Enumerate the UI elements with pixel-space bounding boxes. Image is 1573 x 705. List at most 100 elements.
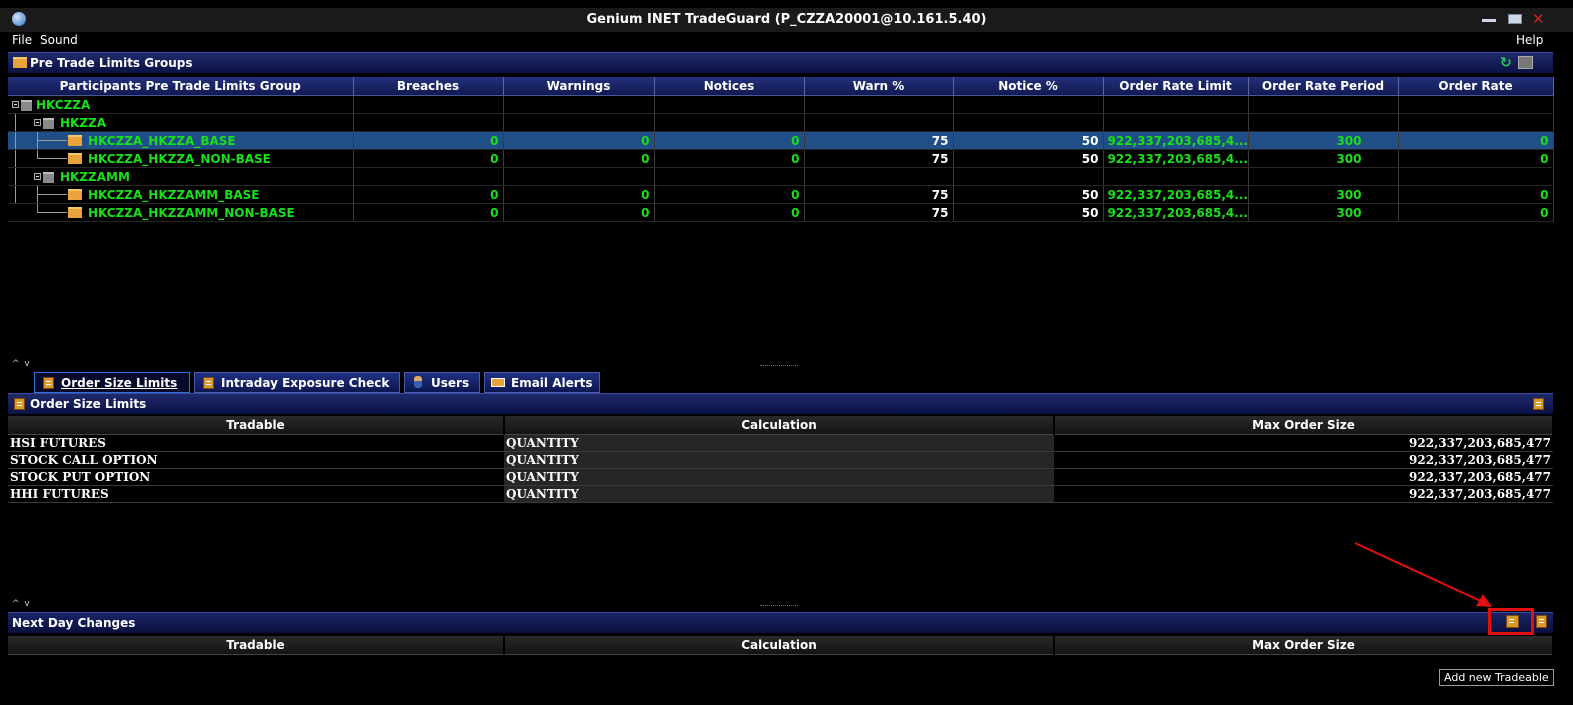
breaches-cell: 0 (353, 203, 504, 222)
tab-intraday-exposure-check[interactable]: Intraday Exposure Check (194, 372, 400, 393)
col-header-tradable[interactable]: Tradable (8, 416, 505, 435)
col-header-breaches[interactable]: Breaches (353, 77, 504, 96)
calculation-cell[interactable]: QUANTITY (504, 468, 1054, 486)
order-size-header-row: Tradable Calculation Max Order Size (8, 416, 1554, 435)
notices-cell: 0 (654, 185, 805, 204)
tab-order-size-limits[interactable]: Order Size Limits (34, 372, 190, 393)
close-icon[interactable]: ✕ (1532, 10, 1545, 28)
tab-email-alerts[interactable]: Email Alerts (484, 372, 600, 393)
order-rate-limit-cell: 922,337,203,685,4... (1103, 203, 1249, 222)
menu-help[interactable]: Help (1516, 33, 1543, 47)
order-size-table: Tradable Calculation Max Order Size HSI … (8, 416, 1554, 503)
add-tradeable-icon[interactable] (1506, 615, 1519, 628)
col-header-order-rate-limit[interactable]: Order Rate Limit (1103, 77, 1249, 96)
table-icon (43, 377, 54, 389)
table-row[interactable]: HHI FUTURES QUANTITY 922,337,203,685,477 (8, 485, 1553, 503)
next-day-header-row: Tradable Calculation Max Order Size (8, 636, 1554, 655)
user-icon (414, 376, 422, 388)
table-icon (203, 377, 214, 389)
tab-users[interactable]: Users (404, 372, 480, 393)
col-header-max-order-size[interactable]: Max Order Size (1054, 416, 1554, 435)
group-icon (43, 172, 54, 183)
table-row[interactable]: HSI FUTURES QUANTITY 922,337,203,685,477 (8, 434, 1553, 452)
tooltip: Add new Tradeable (1439, 669, 1554, 686)
tradable-cell: HSI FUTURES (8, 434, 504, 452)
notice-pct-cell: 50 (953, 203, 1104, 222)
groups-panel-header: Pre Trade Limits Groups ↻ (8, 52, 1553, 73)
col-header-notice-pct[interactable]: Notice % (953, 77, 1104, 96)
group-icon (21, 100, 32, 111)
calculation-cell[interactable]: QUANTITY (504, 485, 1054, 503)
maximize-icon[interactable] (1508, 14, 1522, 24)
tree-row-item[interactable]: HKCZZA_HKZZAMM_NON-BASE 0 0 0 75 50 922,… (8, 203, 1554, 222)
limit-group-icon (68, 153, 82, 164)
col-header-calculation[interactable]: Calculation (504, 416, 1055, 435)
col-header-calculation[interactable]: Calculation (504, 636, 1055, 655)
warn-pct-cell: 75 (804, 185, 954, 204)
table-row[interactable]: STOCK PUT OPTION QUANTITY 922,337,203,68… (8, 468, 1553, 486)
warnings-cell: 0 (503, 185, 655, 204)
order-size-panel-title: Order Size Limits (30, 397, 147, 411)
next-day-panel-header: Next Day Changes (8, 612, 1553, 633)
app-window: Genium INET TradeGuard (P_CZZA20001@10.1… (0, 0, 1573, 705)
notice-pct-cell: 50 (953, 185, 1104, 204)
collapse-icon[interactable] (34, 119, 41, 126)
order-rate-limit-cell: 922,337,203,685,4... (1103, 149, 1249, 168)
add-tradable-icon[interactable] (1533, 398, 1544, 410)
menu-file[interactable]: File (12, 33, 32, 47)
tree-row-item[interactable]: HKCZZA_HKZZAMM_BASE 0 0 0 75 50 922,337,… (8, 185, 1554, 204)
edit-tradeable-icon[interactable] (1536, 615, 1547, 628)
col-header-warnings[interactable]: Warnings (503, 77, 655, 96)
col-header-order-rate[interactable]: Order Rate (1398, 77, 1554, 96)
tradable-cell: STOCK PUT OPTION (8, 468, 504, 486)
limit-group-icon (68, 207, 82, 218)
tree-node-label: HKCZZA_HKZZAMM_NON-BASE (8, 203, 354, 222)
table-icon (14, 398, 25, 410)
tree-row-group[interactable]: HKZZA (8, 113, 1554, 132)
collapse-toggle[interactable]: ^ v (12, 359, 31, 369)
col-header-warn-pct[interactable]: Warn % (804, 77, 954, 96)
max-order-size-cell[interactable]: 922,337,203,685,477 (1054, 485, 1553, 503)
calculation-cell[interactable]: QUANTITY (504, 451, 1054, 469)
tree-node-label: HKCZZA_HKZZA_NON-BASE (8, 149, 354, 168)
tree-row-item[interactable]: HKCZZA_HKZZA_NON-BASE 0 0 0 75 50 922,33… (8, 149, 1554, 168)
splitter-handle[interactable] (760, 605, 798, 606)
col-header-group[interactable]: Participants Pre Trade Limits Group (8, 77, 354, 96)
title-bar: Genium INET TradeGuard (P_CZZA20001@10.1… (0, 8, 1573, 32)
limit-group-icon (68, 135, 82, 146)
save-icon[interactable] (1518, 56, 1533, 69)
menu-bar: File Sound Help (0, 32, 1573, 50)
splitter-handle[interactable] (760, 365, 798, 366)
warn-pct-cell: 75 (804, 131, 954, 150)
collapse-icon[interactable] (12, 101, 19, 108)
max-order-size-cell[interactable]: 922,337,203,685,477 (1054, 451, 1553, 469)
tree-row-group[interactable]: HKZZAMM (8, 167, 1554, 186)
next-day-table: Tradable Calculation Max Order Size (8, 636, 1554, 655)
order-rate-period-cell: 300 (1248, 203, 1399, 222)
max-order-size-cell[interactable]: 922,337,203,685,477 (1054, 434, 1553, 452)
order-rate-limit-cell: 922,337,203,685,4... (1103, 185, 1249, 204)
collapse-icon[interactable] (34, 173, 41, 180)
notices-cell: 0 (654, 203, 805, 222)
notice-pct-cell: 50 (953, 131, 1104, 150)
table-row[interactable]: STOCK CALL OPTION QUANTITY 922,337,203,6… (8, 451, 1553, 469)
col-header-order-rate-period[interactable]: Order Rate Period (1248, 77, 1399, 96)
window-title: Genium INET TradeGuard (P_CZZA20001@10.1… (586, 12, 987, 27)
order-rate-cell: 0 (1398, 149, 1554, 168)
col-header-max-order-size[interactable]: Max Order Size (1054, 636, 1554, 655)
minimize-icon[interactable] (1482, 19, 1496, 22)
tree-row-item[interactable]: HKCZZA_HKZZA_BASE 0 0 0 75 50 922,337,20… (8, 131, 1554, 150)
notices-cell: 0 (654, 149, 805, 168)
tree-row-group[interactable]: HKCZZA (8, 95, 1554, 114)
calculation-cell[interactable]: QUANTITY (504, 434, 1054, 452)
col-header-notices[interactable]: Notices (654, 77, 805, 96)
max-order-size-cell[interactable]: 922,337,203,685,477 (1054, 468, 1553, 486)
order-rate-period-cell: 300 (1248, 131, 1399, 150)
groups-header-row: Participants Pre Trade Limits Group Brea… (8, 77, 1554, 96)
groups-table: Participants Pre Trade Limits Group Brea… (8, 77, 1554, 222)
menu-sound[interactable]: Sound (40, 33, 78, 47)
col-header-tradable[interactable]: Tradable (8, 636, 505, 655)
notice-pct-cell: 50 (953, 149, 1104, 168)
collapse-toggle[interactable]: ^ v (12, 599, 31, 609)
refresh-icon[interactable]: ↻ (1500, 55, 1512, 71)
